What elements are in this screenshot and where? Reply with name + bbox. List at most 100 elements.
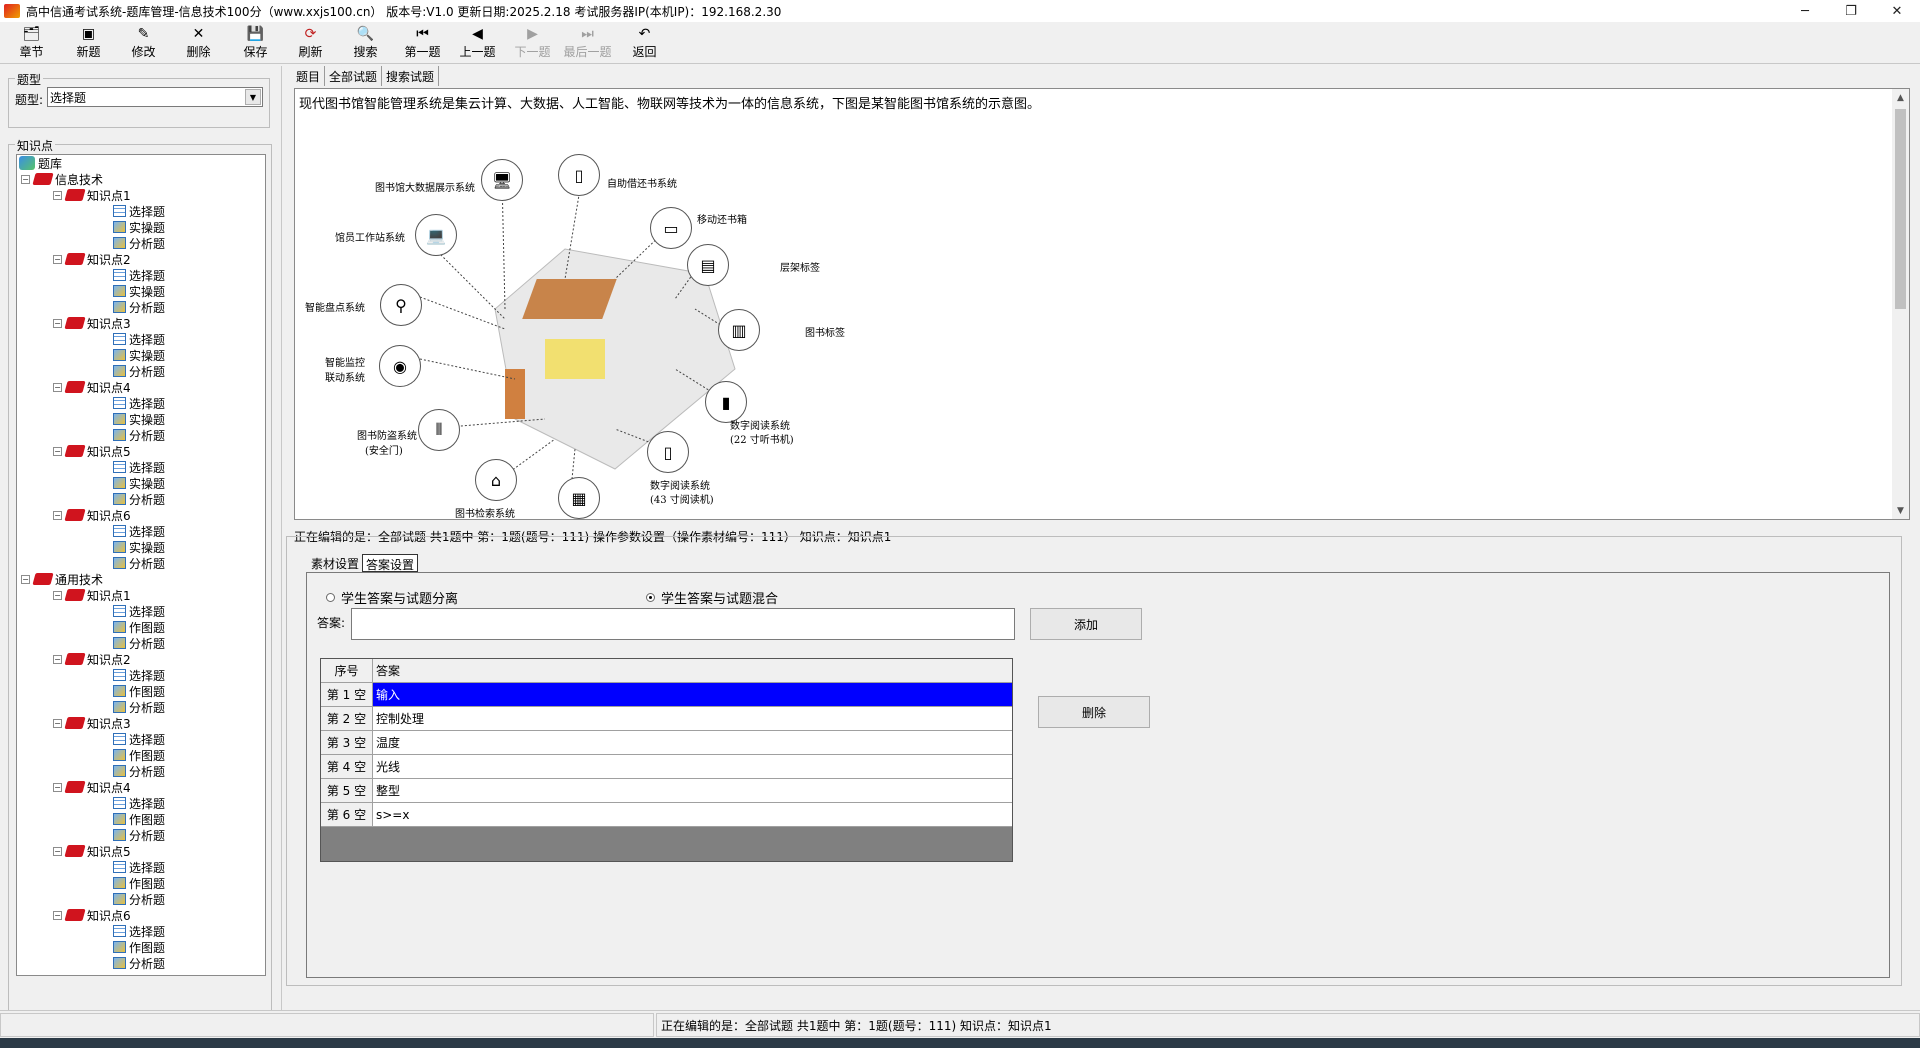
tree-question-type[interactable]: 选择题 (17, 731, 265, 747)
tree-question-type[interactable]: 作图题 (17, 939, 265, 955)
scroll-up-icon[interactable]: ▲ (1892, 89, 1909, 106)
tree-question-type[interactable]: 作图题 (17, 619, 265, 635)
collapse-icon[interactable]: − (53, 254, 62, 264)
tab-answer-settings[interactable]: 答案设置 (362, 554, 419, 572)
tree-question-type[interactable]: 实操题 (17, 539, 265, 555)
tree-question-type[interactable]: 选择题 (17, 331, 265, 347)
refresh-button[interactable]: ⟳ 刷新 (283, 22, 338, 62)
row-answer[interactable]: s>=x (373, 803, 1012, 827)
last-question-button[interactable]: ⏭ 最后一题 (560, 22, 615, 62)
tree-question-type[interactable]: 实操题 (17, 411, 265, 427)
tree-question-type[interactable]: 选择题 (17, 203, 265, 219)
tree-knowledge-point[interactable]: − 知识点3 (17, 715, 265, 731)
tree-question-type[interactable]: 分析题 (17, 555, 265, 571)
add-answer-button[interactable]: 添加 (1030, 608, 1142, 640)
scroll-down-icon[interactable]: ▼ (1892, 502, 1909, 519)
tree-question-type[interactable]: 实操题 (17, 347, 265, 363)
radio-answer-mixed[interactable]: 学生答案与试题混合 (646, 588, 778, 607)
table-row[interactable]: 第 4 空光线 (321, 755, 1012, 779)
table-row[interactable]: 第 1 空输入 (321, 683, 1012, 707)
restore-icon[interactable]: ❐ (1828, 0, 1874, 22)
tree-question-type[interactable]: 分析题 (17, 827, 265, 843)
row-answer[interactable]: 整型 (373, 779, 1012, 803)
tree-question-type[interactable]: 实操题 (17, 283, 265, 299)
tab-all-questions[interactable]: 全部试题 (325, 66, 383, 86)
tree-knowledge-point[interactable]: − 知识点3 (17, 315, 265, 331)
collapse-icon[interactable]: − (53, 510, 62, 520)
tree-knowledge-point[interactable]: − 知识点2 (17, 251, 265, 267)
radio-answer-separate[interactable]: 学生答案与试题分离 (326, 588, 458, 607)
knowledge-tree[interactable]: 题库 − 信息技术 − 知识点1 选择题 实操题 分析题 − 知识点2 选择题 实操题 分析题 − 知识点3… (16, 154, 266, 976)
chapter-button[interactable]: 🗂 章节 (4, 22, 59, 62)
tree-question-type[interactable]: 选择题 (17, 859, 265, 875)
tree-subject[interactable]: − 信息技术 (17, 171, 265, 187)
tree-knowledge-point[interactable]: − 知识点1 (17, 587, 265, 603)
tree-knowledge-point[interactable]: − 知识点4 (17, 379, 265, 395)
row-answer[interactable]: 温度 (373, 731, 1012, 755)
question-content[interactable]: 现代图书馆智能管理系统是集云计算、大数据、人工智能、物联网等技术为一体的信息系统… (294, 88, 1910, 520)
tab-search-questions[interactable]: 搜索试题 (382, 66, 440, 86)
tree-question-type[interactable]: 分析题 (17, 891, 265, 907)
table-row[interactable]: 第 2 空控制处理 (321, 707, 1012, 731)
row-answer[interactable]: 光线 (373, 755, 1012, 779)
edit-button[interactable]: ✎ 修改 (116, 22, 171, 62)
radio-circle-separate[interactable] (326, 593, 335, 602)
table-row[interactable]: 第 3 空温度 (321, 731, 1012, 755)
table-row[interactable]: 第 5 空整型 (321, 779, 1012, 803)
type-select[interactable]: 选择题 ▼ (47, 87, 263, 107)
tree-question-type[interactable]: 分析题 (17, 299, 265, 315)
tree-question-type[interactable]: 作图题 (17, 875, 265, 891)
minimize-icon[interactable]: ─ (1782, 0, 1828, 22)
tree-question-type[interactable]: 分析题 (17, 699, 265, 715)
tree-question-type[interactable]: 选择题 (17, 523, 265, 539)
tree-question-type[interactable]: 分析题 (17, 955, 265, 971)
tree-question-type[interactable]: 选择题 (17, 603, 265, 619)
collapse-icon[interactable]: − (53, 190, 62, 200)
collapse-icon[interactable]: − (21, 574, 30, 584)
tab-question[interactable]: 题目 (292, 66, 326, 86)
tree-question-type[interactable]: 实操题 (17, 219, 265, 235)
collapse-icon[interactable]: − (53, 910, 62, 920)
tree-question-type[interactable]: 分析题 (17, 235, 265, 251)
tree-question-type[interactable]: 选择题 (17, 459, 265, 475)
chevron-down-icon[interactable]: ▼ (245, 89, 261, 105)
collapse-icon[interactable]: − (53, 382, 62, 392)
next-question-button[interactable]: ▶ 下一题 (505, 22, 560, 62)
first-question-button[interactable]: ⏮ 第一题 (395, 22, 450, 62)
tree-knowledge-point[interactable]: − 知识点6 (17, 907, 265, 923)
collapse-icon[interactable]: − (53, 318, 62, 328)
tree-question-type[interactable]: 作图题 (17, 811, 265, 827)
row-answer[interactable]: 输入 (373, 683, 1012, 707)
tree-question-type[interactable]: 选择题 (17, 795, 265, 811)
row-answer[interactable]: 控制处理 (373, 707, 1012, 731)
tree-question-type[interactable]: 分析题 (17, 491, 265, 507)
tree-root[interactable]: 题库 (17, 155, 265, 171)
question-scrollbar[interactable]: ▲ ▼ (1892, 89, 1909, 519)
tree-knowledge-point[interactable]: − 知识点6 (17, 507, 265, 523)
collapse-icon[interactable]: − (21, 174, 30, 184)
delete-question-button[interactable]: ✕ 删除 (171, 22, 226, 62)
collapse-icon[interactable]: − (53, 846, 62, 856)
answer-input[interactable] (351, 608, 1015, 640)
radio-circle-mixed[interactable] (646, 593, 655, 602)
tree-knowledge-point[interactable]: − 知识点1 (17, 187, 265, 203)
tree-question-type[interactable]: 分析题 (17, 635, 265, 651)
tree-knowledge-point[interactable]: − 知识点2 (17, 651, 265, 667)
answer-grid[interactable]: 序号 答案第 1 空输入第 2 空控制处理第 3 空温度第 4 空光线第 5 空整… (320, 658, 1013, 862)
tree-question-type[interactable]: 选择题 (17, 923, 265, 939)
collapse-icon[interactable]: − (53, 590, 62, 600)
delete-answer-button[interactable]: 删除 (1038, 696, 1150, 728)
back-button[interactable]: ↶ 返回 (617, 22, 672, 62)
collapse-icon[interactable]: − (53, 782, 62, 792)
tree-question-type[interactable]: 作图题 (17, 747, 265, 763)
tree-question-type[interactable]: 分析题 (17, 763, 265, 779)
collapse-icon[interactable]: − (53, 654, 62, 664)
tree-question-type[interactable]: 选择题 (17, 667, 265, 683)
save-button[interactable]: 💾 保存 (228, 22, 283, 62)
search-button[interactable]: 🔍 搜索 (338, 22, 393, 62)
tree-question-type[interactable]: 作图题 (17, 683, 265, 699)
tree-knowledge-point[interactable]: − 知识点5 (17, 443, 265, 459)
prev-question-button[interactable]: ◀ 上一题 (450, 22, 505, 62)
tree-knowledge-point[interactable]: − 知识点4 (17, 779, 265, 795)
tree-question-type[interactable]: 分析题 (17, 427, 265, 443)
